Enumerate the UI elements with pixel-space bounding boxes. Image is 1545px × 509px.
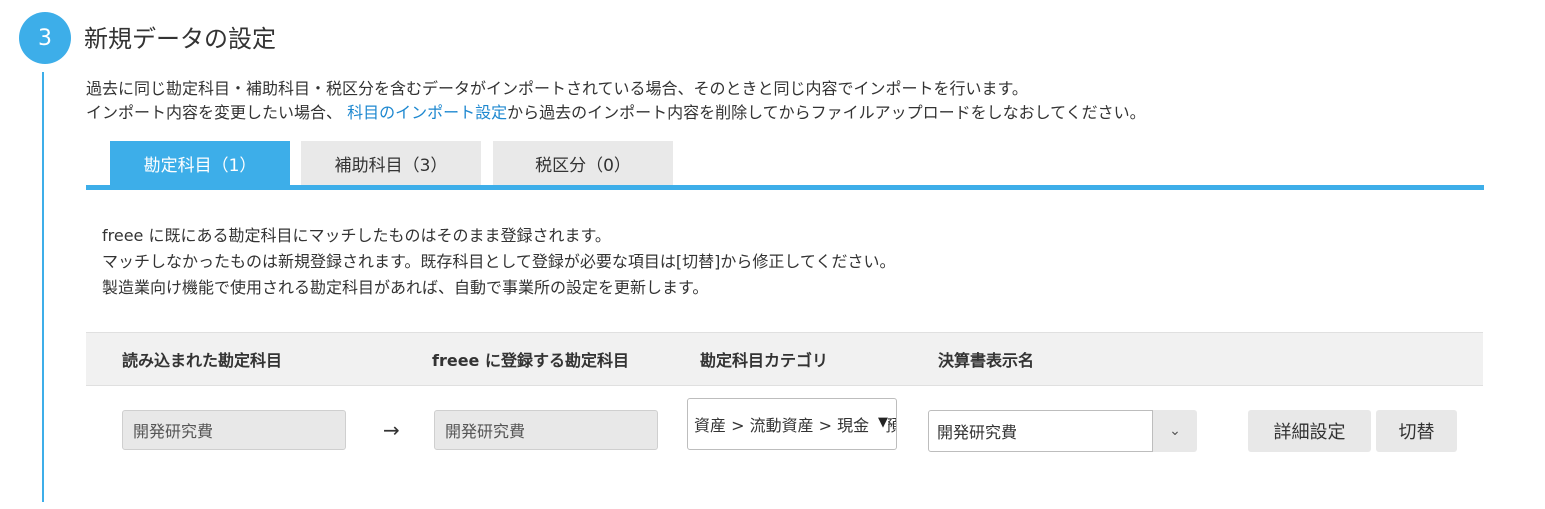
tab-tax-categories[interactable]: 税区分（0） bbox=[493, 141, 673, 185]
tab-underline bbox=[86, 185, 1484, 190]
section-title: 新規データの設定 bbox=[84, 25, 276, 53]
category-select-value: 資産 > 流動資産 > 現金・預金 bbox=[694, 416, 897, 435]
caret-down-icon: ▼ bbox=[875, 415, 888, 430]
detail-settings-button[interactable]: 詳細設定 bbox=[1248, 410, 1371, 452]
display-name-dropdown-button[interactable]: ⌄ bbox=[1153, 410, 1197, 452]
tab-sub-accounts[interactable]: 補助科目（3） bbox=[301, 141, 481, 185]
switch-button[interactable]: 切替 bbox=[1376, 410, 1457, 452]
description: 過去に同じ勘定科目・補助科目・税区分を含むデータがインポートされている場合、その… bbox=[86, 77, 1146, 125]
import-settings-link[interactable]: 科目のインポート設定 bbox=[347, 103, 507, 122]
freee-account-field: 開発研究費 bbox=[434, 410, 658, 450]
step-connector-line bbox=[42, 72, 44, 502]
display-name-input[interactable] bbox=[928, 410, 1153, 452]
chevron-down-icon: ⌄ bbox=[1169, 423, 1181, 439]
step-number-badge: 3 bbox=[19, 12, 71, 64]
tab-account-items[interactable]: 勘定科目（1） bbox=[110, 141, 290, 185]
description-line-2: インポート内容を変更したい場合、 科目のインポート設定から過去のインポート内容を… bbox=[86, 101, 1146, 125]
imported-account-field: 開発研究費 bbox=[122, 410, 346, 450]
info-line-3: 製造業向け機能で使用される勘定科目があれば、自動で事業所の設定を更新します。 bbox=[102, 278, 709, 297]
right-arrow-icon: → bbox=[383, 418, 400, 442]
info-text: freee に既にある勘定科目にマッチしたものはそのまま登録されます。 マッチし… bbox=[102, 223, 895, 301]
category-select[interactable]: 資産 > 流動資産 > 現金・預金 ▼ bbox=[687, 398, 897, 450]
description-line-2-prefix: インポート内容を変更したい場合、 bbox=[86, 103, 343, 122]
table-header: 読み込まれた勘定科目 freee に登録する勘定科目 勘定科目カテゴリ 決算書表… bbox=[86, 332, 1483, 386]
info-line-2: マッチしなかったものは新規登録されます。既存科目として登録が必要な項目は[切替]… bbox=[102, 252, 896, 271]
description-line-1: 過去に同じ勘定科目・補助科目・税区分を含むデータがインポートされている場合、その… bbox=[86, 79, 1028, 98]
header-freee-account: freee に登録する勘定科目 bbox=[432, 351, 629, 370]
header-display-name: 決算書表示名 bbox=[938, 351, 1035, 370]
info-line-1: freee に既にある勘定科目にマッチしたものはそのまま登録されます。 bbox=[102, 226, 611, 245]
description-line-2-suffix: から過去のインポート内容を削除してからファイルアップロードをしなおしてください。 bbox=[507, 103, 1146, 122]
header-category: 勘定科目カテゴリ bbox=[700, 351, 829, 370]
header-imported-account: 読み込まれた勘定科目 bbox=[122, 351, 283, 370]
